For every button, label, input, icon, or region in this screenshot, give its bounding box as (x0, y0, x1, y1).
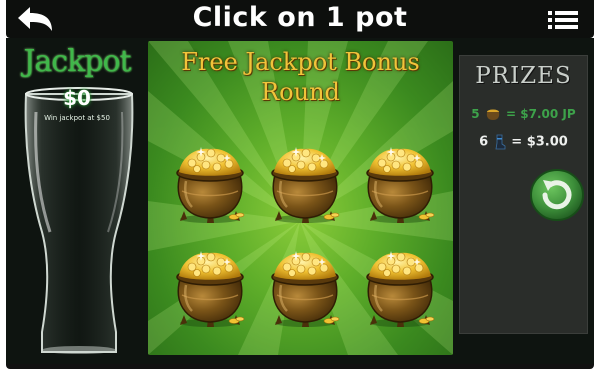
beer-glass-meter (24, 87, 134, 354)
pot-3[interactable] (360, 141, 440, 225)
boot-icon (495, 134, 506, 150)
pot-of-gold-icon (271, 251, 340, 327)
pot-5[interactable] (265, 245, 345, 329)
pot-6[interactable] (360, 245, 440, 329)
pot-1[interactable] (170, 141, 250, 225)
prize-count: 5 (471, 107, 480, 121)
menu-button[interactable] (548, 9, 578, 31)
pot-of-gold-icon (176, 251, 245, 327)
game-board: Jackpot $0 Win jackpot at $50 Free Jackp… (6, 38, 594, 364)
prize-row-boot: 6 = $3.00 (460, 134, 587, 150)
replay-icon (530, 169, 584, 221)
bonus-round-area: Free Jackpot Bonus Round (148, 41, 453, 355)
mini-pot-icon (486, 109, 500, 120)
pot-of-gold-icon (271, 147, 340, 223)
pot-of-gold-icon (366, 147, 435, 223)
pot-of-gold-icon (176, 147, 245, 223)
jackpot-title: Jackpot (23, 44, 131, 79)
prize-row-jackpot: 5 = $7.00 JP (460, 107, 587, 121)
pot-2[interactable] (265, 141, 345, 225)
top-bar: Click on 1 pot (6, 0, 594, 38)
bonus-title-line2: Round (261, 78, 340, 106)
replay-button[interactable] (526, 168, 584, 222)
pot-of-gold-icon (366, 251, 435, 327)
prizes-panel: PRIZES 5 = $7.00 JP 6 = $3.00 (459, 55, 588, 334)
prize-count: 6 (479, 134, 489, 150)
jackpot-value: $0 (63, 86, 91, 110)
page-title: Click on 1 pot (192, 2, 408, 33)
prize-sep: = (506, 107, 517, 121)
menu-list-icon (548, 11, 578, 29)
board-bottom-edge (6, 364, 594, 369)
prize-sep: = (511, 134, 523, 150)
prize-amount: $3.00 (526, 134, 568, 150)
prizes-title: PRIZES (475, 63, 572, 89)
jackpot-panel: Jackpot $0 Win jackpot at $50 (10, 42, 144, 360)
prize-amount: $7.00 JP (520, 107, 576, 121)
bonus-title: Free Jackpot Bonus Round (148, 47, 453, 107)
game-screen: Click on 1 pot Jackpot $0 Win jackpot at… (0, 0, 600, 373)
pot-4[interactable] (170, 245, 250, 329)
bonus-title-line1: Free Jackpot Bonus (181, 48, 420, 76)
jackpot-note: Win jackpot at $50 (44, 114, 110, 122)
